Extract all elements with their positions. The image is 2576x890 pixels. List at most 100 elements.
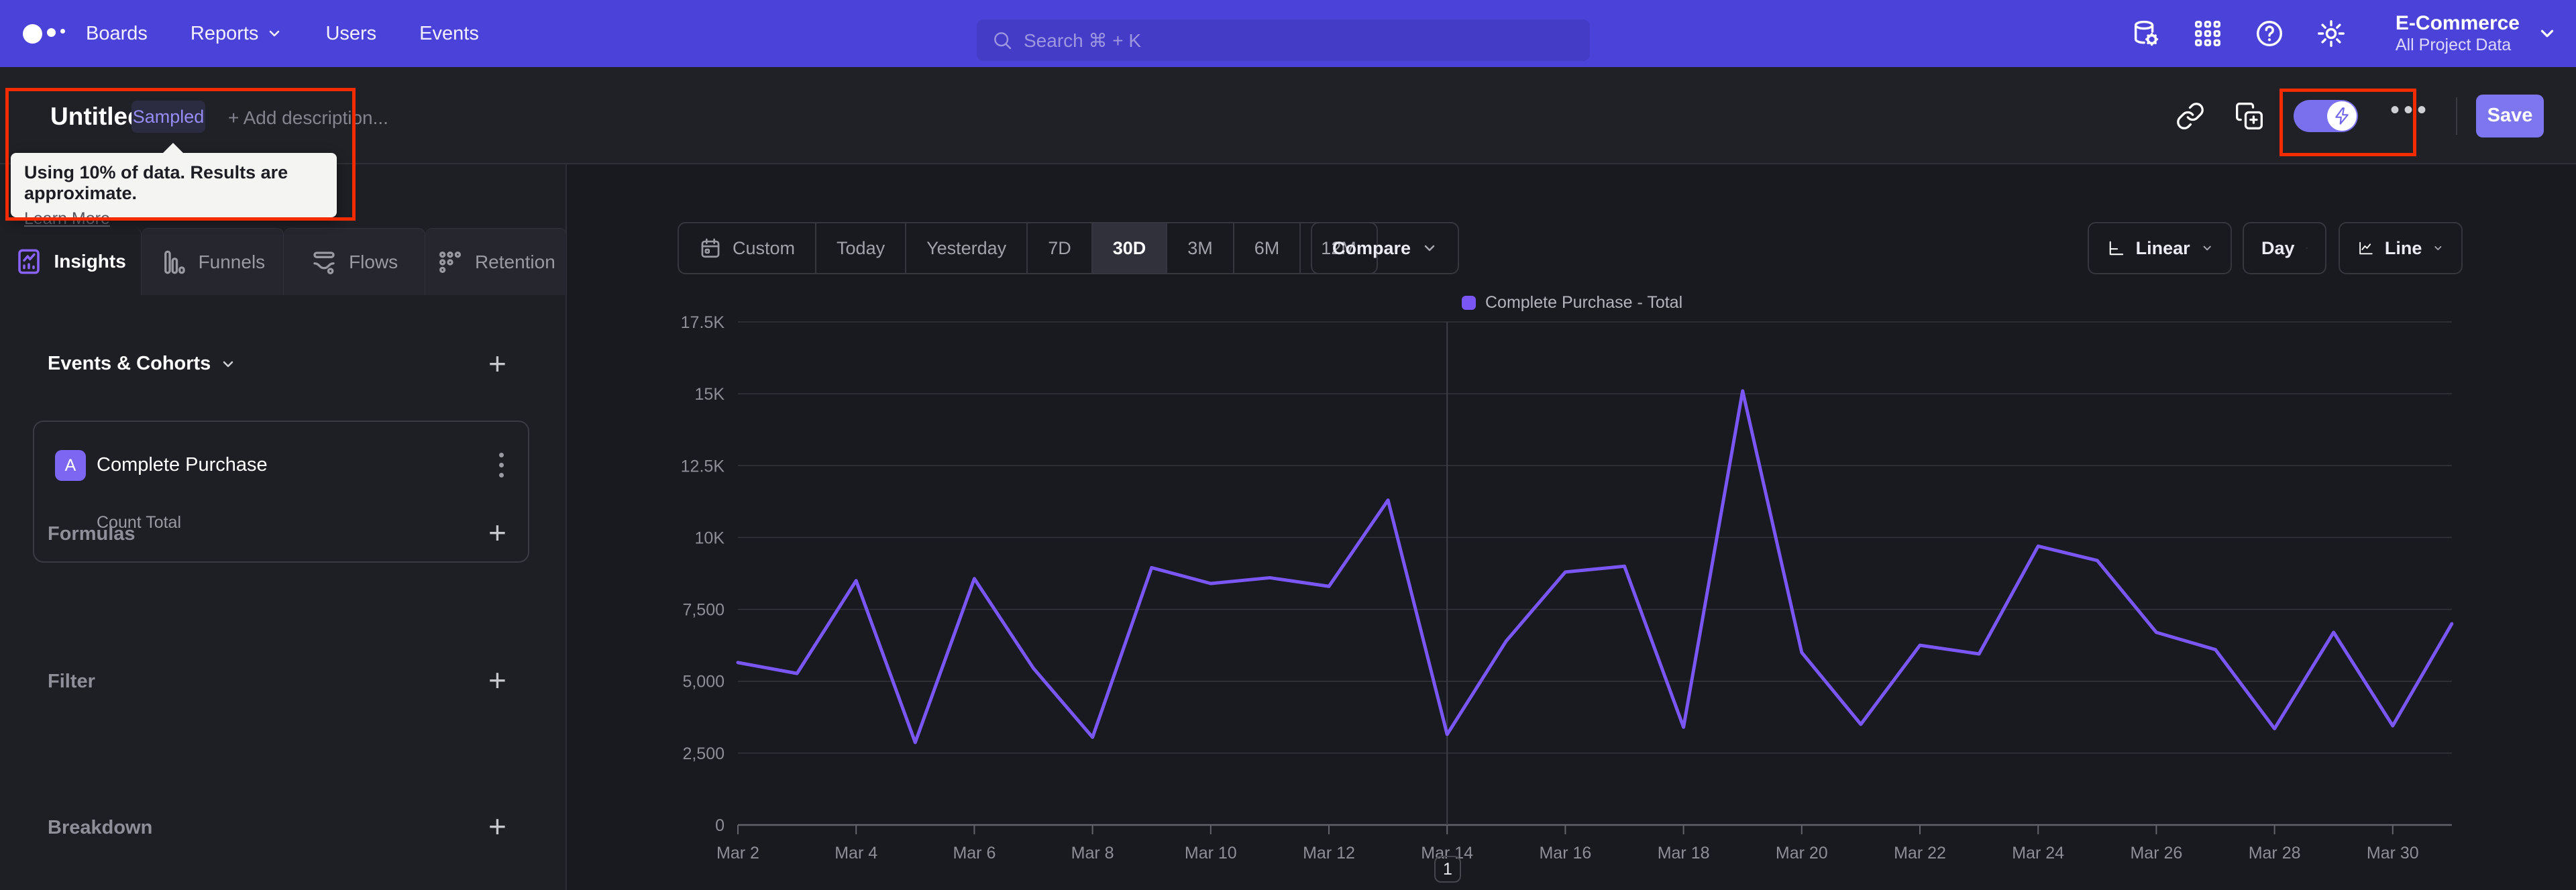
search-placeholder: Search ⌘ + K — [1024, 30, 1142, 51]
search-input[interactable]: Search ⌘ + K — [977, 19, 1590, 61]
range-3m[interactable]: 3M — [1167, 223, 1234, 273]
database-gear-icon — [2134, 20, 2159, 46]
events-cohorts-header[interactable]: Events & Cohorts — [48, 353, 236, 375]
tab-label: Insights — [54, 251, 126, 272]
settings-button[interactable] — [2300, 0, 2362, 67]
formulas-header: Formulas — [48, 523, 136, 545]
granularity-dropdown[interactable]: Day — [2243, 222, 2326, 274]
chevron-down-icon — [2434, 246, 2442, 250]
nav-item-users[interactable]: Users — [325, 23, 376, 45]
x-axis-label: Mar 30 — [2367, 844, 2419, 858]
add-event-button[interactable]: + — [488, 348, 506, 379]
add-formula-button[interactable]: + — [488, 517, 506, 548]
tab-flows[interactable]: Flows — [283, 228, 425, 295]
x-axis-label: Mar 28 — [2249, 844, 2301, 858]
event-options-button[interactable] — [495, 449, 508, 482]
nav-item-reports[interactable]: Reports — [191, 23, 283, 45]
nav-item-boards[interactable]: Boards — [86, 23, 148, 45]
x-axis-label: Mar 10 — [1185, 844, 1237, 858]
date-range-selector: Custom Today Yesterday 7D 30D 3M 6M 12M — [678, 222, 1378, 274]
series-line — [736, 389, 2454, 744]
range-yesterday[interactable]: Yesterday — [906, 223, 1028, 273]
scale-dropdown[interactable]: Linear — [2088, 222, 2232, 274]
tab-label: Funnels — [198, 251, 266, 272]
project-switcher[interactable]: E-Commerce All Project Data — [2396, 12, 2557, 55]
tab-label: Retention — [474, 251, 555, 272]
chart-page-button[interactable]: 1 — [1434, 856, 1461, 883]
range-label: Today — [837, 237, 885, 258]
chart-canvas: 0 2,500 5,000 7,500 10K 12.5K 15K 17.5K Mar 2 Mar… — [681, 315, 2454, 858]
grid-icon — [2194, 21, 2220, 46]
tab-retention[interactable]: Retention — [425, 228, 567, 295]
help-button[interactable] — [2239, 0, 2300, 67]
apps-grid-button[interactable] — [2177, 0, 2239, 67]
tab-label: Flows — [349, 251, 398, 272]
y-axis-label: 7,500 — [682, 601, 724, 620]
toggle-thumb — [2326, 101, 2357, 131]
report-actions: ••• Save — [2176, 67, 2576, 164]
y-axis-label: 15K — [695, 385, 725, 404]
more-menu-button[interactable]: ••• — [2390, 97, 2430, 129]
chevron-down-icon — [1424, 245, 1435, 252]
legend-swatch — [1462, 296, 1476, 310]
x-axis-label: Mar 26 — [2130, 844, 2182, 858]
chart-type-dropdown[interactable]: Line — [2339, 222, 2463, 274]
range-label: 3M — [1187, 237, 1213, 258]
calendar-icon — [701, 238, 720, 258]
add-filter-button[interactable]: + — [488, 665, 506, 696]
scale-label: Linear — [2135, 237, 2190, 258]
range-custom[interactable]: Custom — [679, 223, 817, 273]
tab-funnels[interactable]: Funnels — [142, 228, 284, 295]
nav-item-events[interactable]: Events — [419, 23, 479, 45]
legend-label: Complete Purchase - Total — [1485, 293, 1683, 312]
learn-more-link[interactable]: Learn More — [24, 209, 110, 229]
tooltip-text: Using 10% of data. Results are approxima… — [24, 162, 288, 203]
chevron-down-icon — [270, 30, 280, 37]
chart-type-label: Line — [2384, 237, 2422, 258]
x-axis-label: Mar 16 — [1539, 844, 1591, 858]
report-title[interactable]: Untitled — [50, 103, 143, 131]
chevron-down-icon — [223, 361, 233, 367]
chart-legend[interactable]: Complete Purchase - Total — [1462, 293, 1682, 313]
lightning-icon — [2335, 107, 2349, 125]
range-today[interactable]: Today — [816, 223, 907, 273]
y-axis-label: 2,500 — [682, 744, 724, 763]
linear-axis-icon — [2109, 241, 2124, 256]
x-axis-label: Mar 18 — [1658, 844, 1710, 858]
x-axis-label: Mar 24 — [2012, 844, 2064, 858]
x-axis-label: Mar 4 — [835, 844, 877, 858]
range-6m[interactable]: 6M — [1234, 223, 1301, 273]
insights-icon — [18, 249, 40, 274]
x-axis-label: Mar 6 — [953, 844, 996, 858]
share-link-icon[interactable] — [2176, 101, 2205, 131]
top-nav: Boards Reports Users Events Search ⌘ + K — [0, 0, 2576, 67]
add-description-button[interactable]: + Add description... — [228, 107, 388, 129]
compare-label: Compare — [1332, 237, 1411, 258]
y-axis-label: 12.5K — [681, 457, 725, 476]
breakdown-header: Breakdown — [48, 817, 153, 838]
range-30d-active[interactable]: 30D — [1092, 223, 1168, 273]
y-axis-label: 17.5K — [681, 315, 725, 332]
mixpanel-logo-icon[interactable] — [23, 0, 65, 67]
series-letter-badge: A — [55, 450, 86, 481]
sampled-badge[interactable]: Sampled — [131, 101, 205, 133]
data-management-button[interactable] — [2115, 0, 2177, 67]
x-axis-label: Mar 12 — [1303, 844, 1355, 858]
save-button[interactable]: Save — [2476, 94, 2544, 137]
search-icon — [994, 32, 1012, 50]
nav-item-label: Users — [325, 22, 377, 44]
nav-item-label: Boards — [86, 22, 148, 44]
compare-dropdown[interactable]: Compare — [1311, 222, 1460, 274]
nav-item-label: Events — [419, 22, 479, 44]
line-chart-icon — [2359, 241, 2373, 255]
gear-icon — [2317, 20, 2345, 47]
tab-insights[interactable]: Insights — [0, 228, 142, 295]
report-type-tabs: Insights Funnels Flows Retention — [0, 228, 567, 295]
y-axis-label: 10K — [695, 529, 725, 547]
range-7d[interactable]: 7D — [1028, 223, 1093, 273]
add-to-board-icon[interactable] — [2235, 101, 2264, 131]
question-circle-icon — [2256, 21, 2282, 46]
divider — [2456, 97, 2457, 135]
add-breakdown-button[interactable]: + — [488, 811, 506, 842]
sampling-toggle[interactable] — [2293, 99, 2358, 132]
